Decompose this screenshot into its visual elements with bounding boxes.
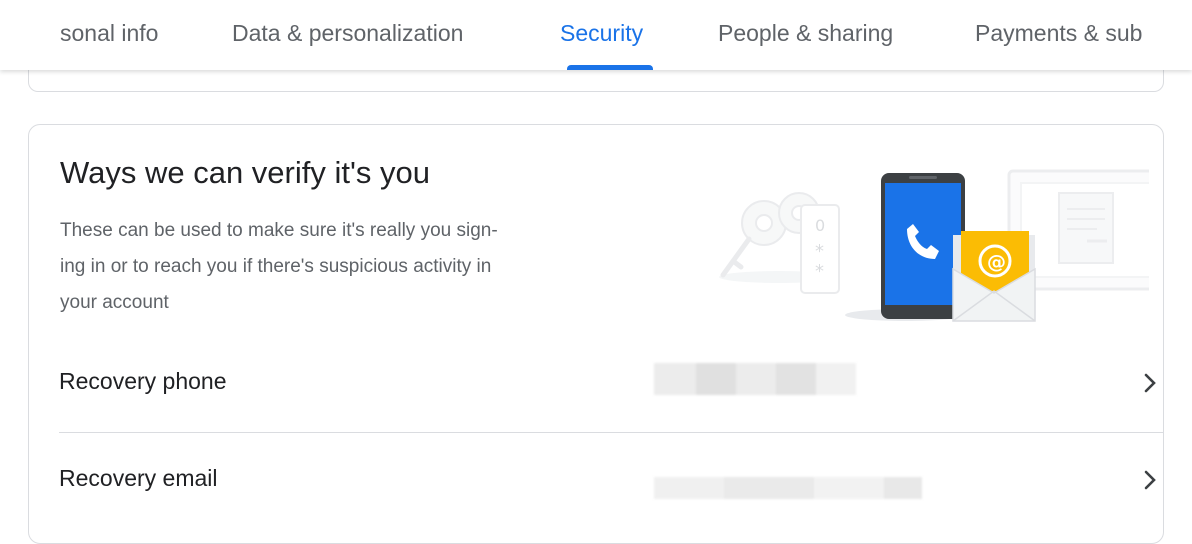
recovery-email-value-redacted bbox=[654, 477, 922, 499]
svg-text:*: * bbox=[815, 261, 824, 282]
recovery-email-label: Recovery email bbox=[59, 465, 218, 491]
tab-personal-info[interactable]: sonal info bbox=[60, 20, 158, 46]
keypad-lock-icon: 0 * * bbox=[719, 192, 840, 294]
svg-text:*: * bbox=[815, 241, 824, 262]
chevron-right-icon[interactable] bbox=[1137, 368, 1163, 398]
recovery-phone-row[interactable]: Recovery phone bbox=[59, 336, 1163, 433]
card-title: Ways we can verify it's you bbox=[60, 155, 430, 190]
card-description: These can be used to make sure it's real… bbox=[60, 213, 660, 321]
recovery-phone-label: Recovery phone bbox=[59, 368, 227, 394]
phone-icon bbox=[845, 173, 965, 321]
card-description-line: your account bbox=[60, 292, 169, 313]
active-tab-indicator bbox=[567, 65, 653, 70]
tab-people-sharing[interactable]: People & sharing bbox=[718, 20, 893, 46]
tab-security[interactable]: Security bbox=[560, 20, 643, 46]
tab-data-personalization[interactable]: Data & personalization bbox=[232, 20, 463, 46]
verify-illustration: 0 * * @ bbox=[719, 169, 1149, 322]
recovery-phone-value-redacted bbox=[654, 363, 856, 395]
svg-text:0: 0 bbox=[815, 216, 825, 235]
recovery-email-row[interactable]: Recovery email bbox=[59, 433, 1163, 530]
account-nav-tabs: sonal info Data & personalization Securi… bbox=[0, 0, 1192, 70]
card-description-line: ing in or to reach you if there's suspic… bbox=[60, 256, 492, 277]
tab-payments-subscriptions[interactable]: Payments & sub bbox=[975, 20, 1142, 46]
card-description-line: These can be used to make sure it's real… bbox=[60, 220, 498, 241]
email-icon: @ bbox=[952, 231, 1036, 322]
chevron-right-icon[interactable] bbox=[1137, 465, 1163, 495]
svg-text:@: @ bbox=[987, 251, 1006, 273]
verify-identity-card: Ways we can verify it's you These can be… bbox=[28, 124, 1164, 544]
